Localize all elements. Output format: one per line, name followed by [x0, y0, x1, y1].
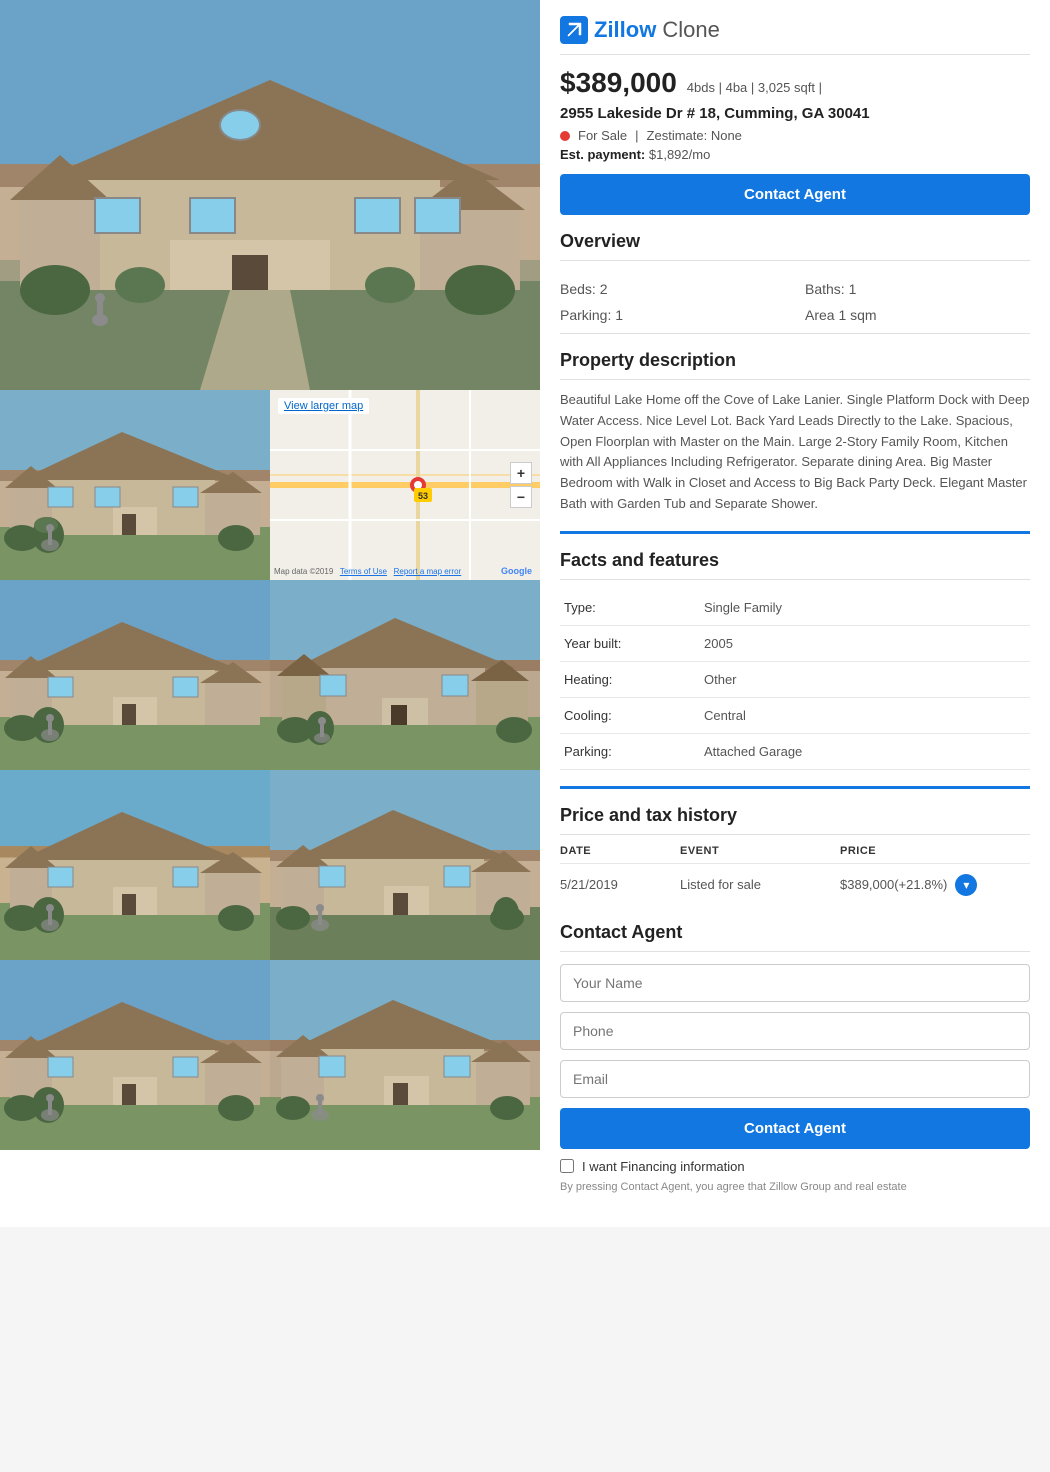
ph-event: Listed for sale [680, 877, 840, 892]
ph-rows: 5/21/2019 Listed for sale $389,000(+21.8… [560, 863, 1030, 906]
map-zoom-out[interactable]: − [510, 486, 532, 508]
financing-row: I want Financing information [560, 1159, 1030, 1174]
overview-title: Overview [560, 231, 1030, 261]
fact-value: 2005 [700, 625, 1030, 661]
contact-form-title: Contact Agent [560, 922, 1030, 952]
brand-suffix: Clone [662, 17, 719, 43]
price-history-title: Price and tax history [560, 805, 1030, 835]
price-row: $389,000 4bds | 4ba | 3,025 sqft | [560, 67, 1030, 99]
fact-value: Other [700, 661, 1030, 697]
description-section: Property description Beautiful Lake Home… [560, 350, 1030, 515]
fact-label: Type: [560, 590, 700, 626]
fact-label: Parking: [560, 733, 700, 769]
price-history-section: Price and tax history DATE EVENT PRICE 5… [560, 805, 1030, 906]
beds-item: Beds: 2 [560, 281, 785, 297]
fact-label: Heating: [560, 661, 700, 697]
contact-agent-button[interactable]: Contact Agent [560, 174, 1030, 215]
facts-row: Type:Single Family [560, 590, 1030, 626]
zestimate-value: Zestimate: None [647, 128, 742, 143]
fact-value: Central [700, 697, 1030, 733]
facts-row: Heating:Other [560, 661, 1030, 697]
listing-specs: 4bds | 4ba | 3,025 sqft | [687, 80, 822, 95]
description-title: Property description [560, 350, 1030, 380]
facts-section: Facts and features Type:Single FamilyYea… [560, 550, 1030, 770]
ph-expand-button[interactable]: ▾ [955, 874, 977, 896]
map-report[interactable]: Report a map error [394, 567, 462, 576]
est-payment-label: Est. payment: [560, 147, 645, 162]
form-submit-button[interactable]: Contact Agent [560, 1108, 1030, 1149]
thumb-photo-4 [0, 770, 270, 960]
thumb-photo-7 [270, 960, 540, 1150]
ph-date: 5/21/2019 [560, 877, 680, 892]
facts-table: Type:Single FamilyYear built:2005Heating… [560, 590, 1030, 770]
thumb-row-4 [0, 960, 540, 1150]
thumb-row-2 [0, 580, 540, 770]
facts-row: Year built:2005 [560, 625, 1030, 661]
photo-gallery: 53 View larger map + − Map data ©2019 Te… [0, 0, 540, 1227]
map-terms[interactable]: Terms of Use [340, 567, 387, 576]
thumb-photo-6 [0, 960, 270, 1150]
fact-label: Year built: [560, 625, 700, 661]
contact-form-section: Contact Agent Contact Agent I want Finan… [560, 922, 1030, 1195]
divider: | [635, 128, 638, 143]
fact-value: Attached Garage [700, 733, 1030, 769]
description-text: Beautiful Lake Home off the Cove of Lake… [560, 390, 1030, 515]
facts-row: Parking:Attached Garage [560, 733, 1030, 769]
blue-separator-2 [560, 786, 1030, 789]
thumb-photo-5 [270, 770, 540, 960]
contact-form: Contact Agent I want Financing informati… [560, 964, 1030, 1195]
financing-checkbox[interactable] [560, 1159, 574, 1173]
status-dot [560, 131, 570, 141]
ph-price-cell: $389,000(+21.8%) ▾ [840, 874, 1020, 896]
ph-row: 5/21/2019 Listed for sale $389,000(+21.8… [560, 863, 1030, 906]
ph-col-date: DATE [560, 845, 680, 857]
fact-value: Single Family [700, 590, 1030, 626]
brand-name: Zillow [594, 17, 656, 43]
thumb-photo-1 [0, 390, 270, 580]
thumb-photo-2 [0, 580, 270, 770]
financing-label: I want Financing information [582, 1159, 745, 1174]
view-larger-map-link[interactable]: View larger map [278, 398, 369, 414]
listing-price: $389,000 [560, 67, 677, 99]
listing-details: ZillowClone $389,000 4bds | 4ba | 3,025 … [540, 0, 1050, 1227]
fact-label: Cooling: [560, 697, 700, 733]
svg-text:53: 53 [418, 491, 428, 501]
google-logo: Google [501, 566, 532, 576]
zillow-z-icon [560, 16, 588, 44]
disclaimer-text: By pressing Contact Agent, you agree tha… [560, 1180, 1030, 1195]
blue-separator-1 [560, 531, 1030, 534]
ph-col-price: PRICE [840, 845, 1020, 857]
map-controls: + − [510, 462, 532, 508]
thumb-row-1: 53 View larger map + − Map data ©2019 Te… [0, 390, 540, 580]
ph-price: $389,000(+21.8%) [840, 877, 947, 892]
name-input[interactable] [560, 964, 1030, 1002]
facts-title: Facts and features [560, 550, 1030, 580]
overview-grid: Beds: 2 Baths: 1 Parking: 1 Area 1 sqm [560, 271, 1030, 334]
ph-header: DATE EVENT PRICE [560, 845, 1030, 857]
listing-status: For Sale [578, 128, 627, 143]
logo-area: ZillowClone [560, 16, 1030, 55]
email-input[interactable] [560, 1060, 1030, 1098]
thumb-row-3 [0, 770, 540, 960]
listing-address: 2955 Lakeside Dr # 18, Cumming, GA 30041 [560, 105, 1030, 122]
parking-item: Parking: 1 [560, 307, 785, 323]
map-zoom-in[interactable]: + [510, 462, 532, 484]
facts-row: Cooling:Central [560, 697, 1030, 733]
est-payment-row: Est. payment: $1,892/mo [560, 147, 1030, 162]
main-photo [0, 0, 540, 390]
ph-col-event: EVENT [680, 845, 840, 857]
thumb-photo-3 [270, 580, 540, 770]
map-footer: Map data ©2019 Terms of Use Report a map… [274, 567, 461, 576]
area-item: Area 1 sqm [805, 307, 1030, 323]
map-area: 53 View larger map + − Map data ©2019 Te… [270, 390, 540, 580]
overview-section: Overview Beds: 2 Baths: 1 Parking: 1 Are… [560, 231, 1030, 334]
phone-input[interactable] [560, 1012, 1030, 1050]
status-row: For Sale | Zestimate: None [560, 128, 1030, 143]
est-payment-value: $1,892/mo [649, 147, 710, 162]
baths-item: Baths: 1 [805, 281, 1030, 297]
